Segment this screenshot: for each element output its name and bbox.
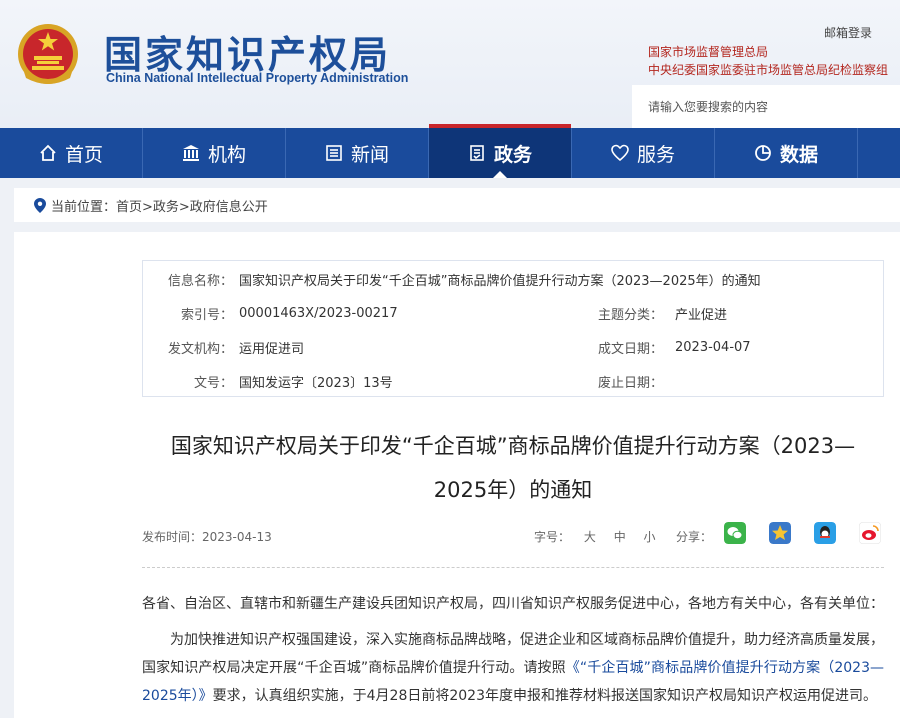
nav-item-service[interactable]: 服务: [572, 128, 715, 178]
nav-item-data[interactable]: 数据: [715, 128, 858, 178]
share-label: 分享：: [676, 530, 713, 544]
meta-label: 文号：: [193, 375, 233, 391]
meta-value-date: 2023-04-07: [675, 339, 751, 355]
service-icon: [611, 144, 629, 162]
publish-date: 发布时间：2023-04-13: [142, 530, 272, 544]
nav-item-government[interactable]: 政务: [429, 124, 572, 178]
wechat-share-icon[interactable]: [724, 522, 746, 544]
meta-label: 废止日期：: [597, 375, 663, 391]
site-header: 国家知识产权局 China National Intellectual Prop…: [0, 0, 900, 128]
nav-label: 服务: [636, 143, 675, 166]
article-title-line: 2025年）的通知: [433, 478, 593, 502]
meta-row-issuer: 发文机构： 运用促进司 成文日期： 2023-04-07: [143, 330, 883, 364]
article-title-line: 国家知识产权局关于印发“千企百城”商标品牌价值提升行动方案（2023—: [170, 434, 856, 458]
meta-label: 成文日期：: [597, 341, 663, 357]
breadcrumb: 当前位置： 首页>政务>政府信息公开: [14, 188, 900, 222]
breadcrumb-prefix: 当前位置：: [51, 199, 117, 215]
breadcrumb-path[interactable]: 首页>政务>政府信息公开: [116, 196, 268, 215]
news-icon: [326, 145, 342, 161]
main-nav: 首页 机构 新闻 政务 服务 数据: [0, 124, 900, 178]
site-subtitle: China National Intellectual Property Adm…: [106, 71, 409, 85]
data-icon: [755, 145, 771, 161]
article-salutation: 各省、自治区、直辖市和新疆生产建设兵团知识产权局，四川省知识产权服务促进中心，各…: [142, 596, 884, 612]
nav-item-home[interactable]: 首页: [0, 128, 143, 178]
meta-label: 主题分类：: [597, 307, 663, 323]
samr-link[interactable]: 国家市场监督管理总局: [648, 43, 768, 60]
nav-label: 数据: [779, 143, 818, 166]
article-paragraph: 为加快推进知识产权强国建设，深入实施商标品牌战略，促进企业和区域商标品牌价值提升…: [142, 626, 884, 710]
meta-row-index: 索引号： 00001463X/2023-00217 主题分类： 产业促进: [143, 296, 883, 330]
font-large-button[interactable]: 大: [584, 530, 596, 544]
meta-value-doc-no: 国知发运字〔2023〕13号: [239, 375, 393, 391]
nav-item-institution[interactable]: 机构: [143, 128, 286, 178]
nav-label: 政务: [493, 143, 532, 166]
qq-share-icon[interactable]: [814, 522, 836, 544]
location-pin-icon: [34, 197, 46, 213]
divider: [142, 567, 884, 568]
nav-label: 机构: [207, 143, 246, 166]
font-size-label: 字号：: [534, 530, 571, 544]
font-small-button[interactable]: 小: [644, 530, 656, 544]
nav-item-news[interactable]: 新闻: [286, 128, 429, 178]
home-icon: [40, 144, 56, 161]
nav-label: 新闻: [350, 143, 389, 166]
article-info-bar: 发布时间：2023-04-13 字号： 大 中 小 分享：: [142, 522, 884, 550]
meta-value-topic: 产业促进: [675, 307, 728, 323]
article-title: 国家知识产权局关于印发“千企百城”商标品牌价值提升行动方案（2023— 2025…: [142, 424, 884, 512]
meta-row-docno: 文号： 国知发运字〔2023〕13号 废止日期：: [143, 364, 883, 398]
paragraph-text: 要求，认真组织实施，于4月28日前将2023年度申报和推荐材料报送国家知识产权局…: [212, 688, 877, 704]
discipline-inspection-link[interactable]: 中央纪委国家监委驻市场监管总局纪检监察组: [648, 61, 888, 78]
meta-value-index: 00001463X/2023-00217: [239, 305, 398, 321]
mail-login-link[interactable]: 邮箱登录: [824, 24, 872, 41]
meta-value-info-name: 国家知识产权局关于印发“千企百城”商标品牌价值提升行动方案（2023—2025年…: [239, 273, 761, 289]
weibo-share-icon[interactable]: [859, 522, 881, 544]
search-input[interactable]: [632, 85, 900, 128]
meta-label: 索引号：: [180, 307, 233, 323]
font-medium-button[interactable]: 中: [614, 530, 626, 544]
meta-label: 信息名称：: [167, 273, 233, 289]
info-meta-table: 信息名称： 国家知识产权局关于印发“千企百城”商标品牌价值提升行动方案（2023…: [142, 260, 884, 397]
national-emblem-icon: [18, 24, 78, 84]
meta-label: 发文机构：: [167, 341, 233, 357]
favorites-share-icon[interactable]: [769, 522, 791, 544]
meta-row-name: 信息名称： 国家知识产权局关于印发“千企百城”商标品牌价值提升行动方案（2023…: [143, 262, 883, 296]
meta-value-issuer: 运用促进司: [239, 341, 305, 357]
government-icon: [470, 145, 484, 161]
nav-label: 首页: [64, 143, 103, 166]
font-size-control: 字号： 大 中 小: [534, 528, 656, 545]
institution-icon: [182, 145, 199, 161]
